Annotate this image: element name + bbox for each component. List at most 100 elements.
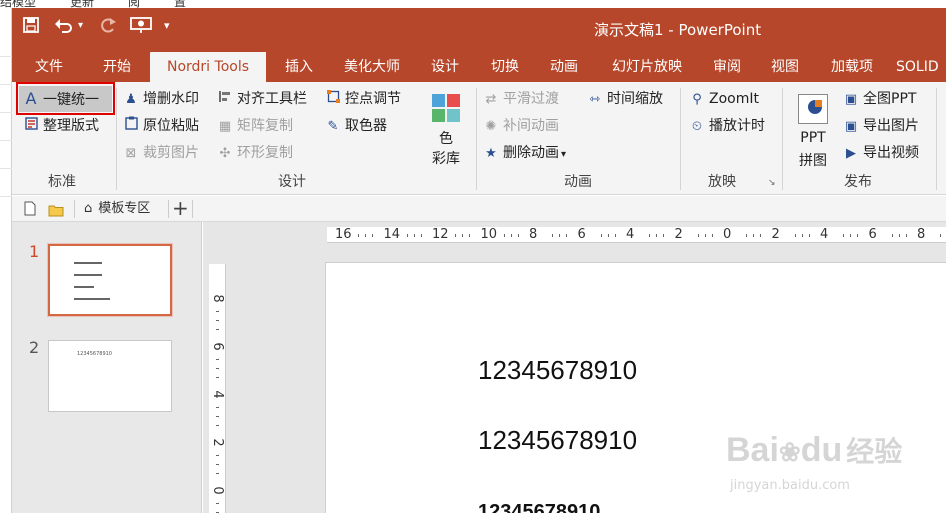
ruler-minor-tick xyxy=(413,234,415,237)
tab-addins[interactable]: 加载项 xyxy=(822,52,882,82)
ruler-minor-tick xyxy=(216,503,219,504)
undo-icon[interactable] xyxy=(54,16,74,36)
template-zone-tab[interactable]: ⌂ 模板专区 xyxy=(84,196,150,222)
ruler-minor-tick xyxy=(216,311,219,312)
ruler-minor-tick xyxy=(420,234,422,237)
color-picker-button[interactable]: ✎ 取色器 xyxy=(326,115,387,137)
layout-icon xyxy=(24,116,38,138)
tab-animations[interactable]: 动画 xyxy=(541,52,587,82)
ruler-tick-label: 8 xyxy=(210,294,225,303)
customize-icon[interactable]: ▾ xyxy=(164,16,170,36)
dialog-launcher-icon[interactable]: ↘ xyxy=(768,178,776,188)
ruler-minor-tick xyxy=(216,425,219,426)
color-library-label-1: 色 xyxy=(439,131,453,147)
slide-thumbnail-pane: 1 2 12345678910 xyxy=(12,222,202,513)
tab-divider xyxy=(74,200,75,218)
group-label-publish: 发布 xyxy=(844,174,872,190)
ruler-tick-label: 6 xyxy=(210,342,225,351)
ruler-minor-tick xyxy=(469,234,470,237)
slide-text-line[interactable]: 12345678910 xyxy=(478,425,637,456)
full-ppt-button[interactable]: ▣ 全图PPT xyxy=(844,88,917,110)
slide-text-line[interactable]: 12345678910 xyxy=(478,355,637,386)
add-watermark-button[interactable]: ♟ 增删水印 xyxy=(124,88,199,110)
ruler-minor-tick xyxy=(753,234,754,237)
magnifier-icon: ⚲ xyxy=(692,92,702,107)
matrix-copy-button[interactable]: ▦ 矩阵复制 xyxy=(218,115,293,137)
color-library-button[interactable]: 色 彩库 xyxy=(426,92,466,170)
tab-nordri-tools[interactable]: Nordri Tools xyxy=(150,52,266,82)
folder-icon[interactable] xyxy=(48,202,64,221)
add-tab-button[interactable]: + xyxy=(172,196,189,222)
tab-home[interactable]: 开始 xyxy=(92,52,142,82)
group-label-standard: 标准 xyxy=(48,174,76,190)
delete-animation-button[interactable]: ★ 删除动画 ▾ xyxy=(484,142,566,164)
ring-icon: ✣ xyxy=(219,146,231,161)
tween-animation-button[interactable]: ✺ 补间动画 xyxy=(484,115,559,137)
ruler-minor-tick xyxy=(600,234,602,237)
ruler-tick-label: 6 xyxy=(868,227,877,242)
ruler-tick-label: 8 xyxy=(529,227,538,242)
group-divider xyxy=(476,88,477,190)
slide-text-line[interactable]: 12345678910 xyxy=(478,501,600,513)
new-file-icon[interactable] xyxy=(24,201,36,220)
document-tab-bar: ⌂ 模板专区 + xyxy=(12,196,946,222)
export-image-icon: ▣ xyxy=(844,119,858,134)
ruler-minor-tick xyxy=(760,234,761,237)
group-label-animation: 动画 xyxy=(564,174,592,190)
ppt-mosaic-button[interactable]: PPT 拼图 xyxy=(792,92,834,170)
tab-review[interactable]: 审阅 xyxy=(704,52,750,82)
title-bar: ▾ ▾ 演示文稿1 - PowerPoint xyxy=(12,8,946,52)
ruler-tick-label: 4 xyxy=(210,390,225,399)
tab-file[interactable]: 文件 xyxy=(26,52,72,82)
ruler-minor-tick xyxy=(216,320,219,321)
slide-thumbnail[interactable] xyxy=(47,243,173,317)
tab-view[interactable]: 视图 xyxy=(762,52,808,82)
palette-icon xyxy=(432,94,460,122)
undo-dropdown-icon[interactable]: ▾ xyxy=(78,16,83,36)
ruler-tick-label: 6 xyxy=(577,227,586,242)
ruler-minor-tick xyxy=(216,359,219,360)
control-points-button[interactable]: 控点调节 xyxy=(326,88,401,110)
ruler-minor-tick xyxy=(566,234,567,237)
ruler-minor-tick xyxy=(216,368,219,369)
timer-button[interactable]: ⏲ 播放计时 xyxy=(690,115,765,137)
ruler-minor-tick xyxy=(940,234,941,237)
smooth-transition-button[interactable]: ⇄ 平滑过渡 xyxy=(484,88,559,110)
ruler-minor-tick xyxy=(517,234,519,237)
tab-insert[interactable]: 插入 xyxy=(276,52,322,82)
ppt-mosaic-label-1: PPT xyxy=(800,130,826,146)
arrange-layout-button[interactable]: 整理版式 xyxy=(24,115,99,137)
crop-image-button[interactable]: ⊠ 裁剪图片 xyxy=(124,142,199,164)
tab-solid[interactable]: SOLID xyxy=(896,52,946,82)
tab-divider xyxy=(192,200,193,218)
redo-icon[interactable] xyxy=(98,16,118,36)
time-scale-button[interactable]: ⇿ 时间缩放 xyxy=(588,88,663,110)
ruler-minor-tick xyxy=(559,234,560,237)
ring-copy-button[interactable]: ✣ 环形复制 xyxy=(218,142,293,164)
ruler-minor-tick xyxy=(663,234,664,237)
ruler-minor-tick xyxy=(704,234,706,237)
present-icon[interactable] xyxy=(130,16,152,36)
ruler-tick-label: 0 xyxy=(210,486,225,495)
ruler-tick-label: 4 xyxy=(820,227,829,242)
tab-slideshow[interactable]: 幻灯片放映 xyxy=(602,52,692,82)
watermark-url: jingyan.baidu.com xyxy=(730,478,850,493)
ruler-minor-tick xyxy=(656,234,657,237)
zoomit-button[interactable]: ⚲ ZoomIt xyxy=(690,88,759,110)
tab-design[interactable]: 设计 xyxy=(422,52,468,82)
export-video-button[interactable]: ▶ 导出视频 xyxy=(844,142,919,164)
ruler-minor-tick xyxy=(358,234,359,237)
align-toolbar-button[interactable]: 对齐工具栏 xyxy=(218,88,307,110)
slide-thumbnail[interactable]: 12345678910 xyxy=(48,340,172,412)
save-icon[interactable] xyxy=(22,16,40,36)
color-library-label-2: 彩库 xyxy=(432,151,460,167)
ruler-minor-tick xyxy=(649,234,650,237)
paste-in-place-button[interactable]: 原位粘贴 xyxy=(124,115,199,137)
image-icon: ▣ xyxy=(844,92,858,107)
window-title: 演示文稿1 - PowerPoint xyxy=(594,21,762,39)
tween-icon: ✺ xyxy=(485,119,497,134)
tab-beautify[interactable]: 美化大师 xyxy=(334,52,410,82)
tab-transitions[interactable]: 切换 xyxy=(482,52,528,82)
group-divider xyxy=(782,88,783,190)
export-image-button[interactable]: ▣ 导出图片 xyxy=(844,115,919,137)
